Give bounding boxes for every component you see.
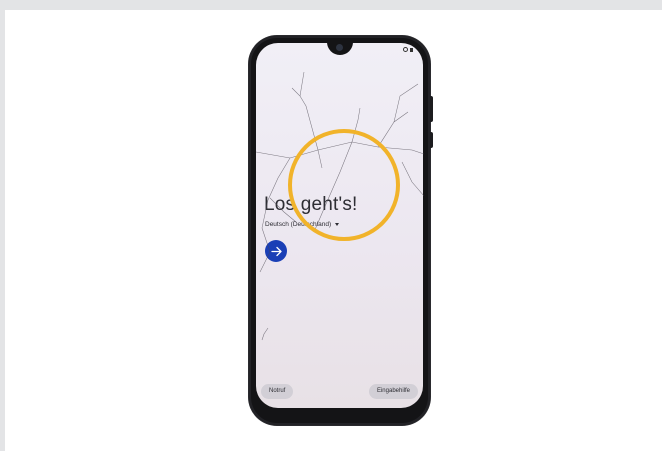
highlight-circle bbox=[288, 129, 400, 241]
